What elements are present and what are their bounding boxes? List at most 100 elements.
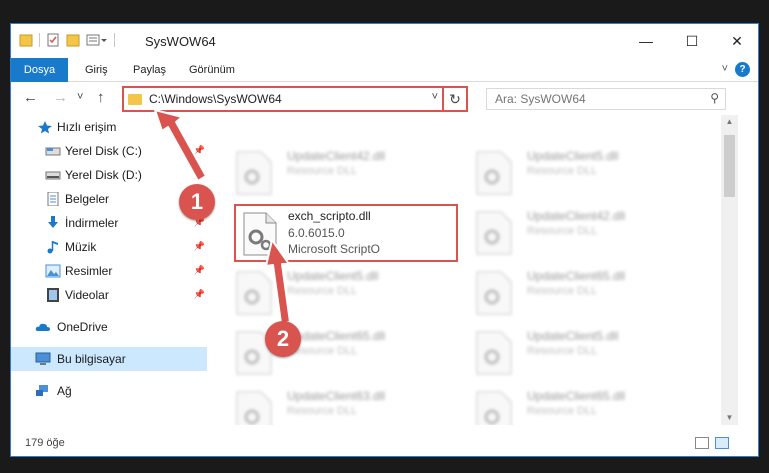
file-type: Resource DLL xyxy=(527,225,598,237)
folder-icon[interactable] xyxy=(19,33,33,47)
forward-button[interactable]: → xyxy=(53,89,68,106)
back-button[interactable]: ← xyxy=(23,89,38,106)
up-button[interactable]: ↑ xyxy=(97,89,105,106)
file-name: UpdateClient65.dll xyxy=(287,329,386,343)
sidebar-item-music[interactable]: Müzik 📌 xyxy=(11,235,207,259)
dll-file-icon xyxy=(476,331,512,375)
large-icons-view-icon[interactable] xyxy=(715,437,729,449)
music-icon xyxy=(47,241,58,254)
downloads-icon xyxy=(48,216,58,228)
file-type: Resource DLL xyxy=(527,405,598,417)
help-icon[interactable]: ? xyxy=(735,62,750,77)
sidebar-item-pictures[interactable]: Resimler 📌 xyxy=(11,259,207,283)
scroll-up-icon[interactable]: ▲ xyxy=(721,115,738,129)
vertical-scrollbar[interactable]: ▲ ▼ xyxy=(721,115,738,425)
pin-icon[interactable]: 📌 xyxy=(194,265,205,276)
sidebar-item-videos[interactable]: Videolar 📌 xyxy=(11,283,207,307)
computer-icon xyxy=(35,352,51,365)
pin-icon[interactable]: 📌 xyxy=(194,169,205,180)
step-2-badge: 2 xyxy=(265,321,301,357)
toolbar-separator xyxy=(39,33,40,47)
file-type: Resource DLL xyxy=(287,165,358,177)
sidebar-item-local-disk-d[interactable]: Yerel Disk (D:) 📌 xyxy=(11,163,207,187)
sidebar-item-label: OneDrive xyxy=(57,320,108,334)
details-view-icon[interactable] xyxy=(695,437,709,449)
drive-icon xyxy=(45,147,61,156)
sidebar-item-this-pc[interactable]: Bu bilgisayar xyxy=(11,347,207,371)
search-input[interactable] xyxy=(487,89,687,109)
address-dropdown-icon[interactable]: ˅ xyxy=(432,91,438,103)
sidebar-item-label: Yerel Disk (C:) xyxy=(65,144,142,158)
ribbon-tabs: Dosya Giriş Paylaş Görünüm ˅ ? xyxy=(11,58,758,82)
customize-toolbar-icon[interactable] xyxy=(86,33,108,47)
file-type: Resource DLL xyxy=(527,285,598,297)
pictures-icon xyxy=(45,264,61,278)
minimize-button[interactable]: — xyxy=(623,24,669,58)
sidebar-item-label: Müzik xyxy=(65,240,97,254)
drive-icon xyxy=(45,171,61,180)
expand-ribbon-icon[interactable]: ˅ xyxy=(722,63,728,75)
sidebar-item-network[interactable]: Ağ xyxy=(11,379,207,403)
file-name: UpdateClient63.dll xyxy=(287,389,386,403)
file-tile[interactable]: UpdateClient5.dll Resource DLL xyxy=(455,325,685,383)
item-count: 179 öğe xyxy=(25,437,65,449)
step-1-badge: 1 xyxy=(179,184,215,220)
file-tile[interactable]: UpdateClient63.dll Resource DLL xyxy=(215,385,445,425)
tab-file[interactable]: Dosya xyxy=(11,58,68,82)
sidebar-item-label: Bu bilgisayar xyxy=(57,352,126,366)
search-icon[interactable]: ⚲ xyxy=(710,91,719,105)
properties-icon[interactable] xyxy=(46,33,60,47)
sidebar-item-documents[interactable]: Belgeler 📌 xyxy=(11,187,207,211)
recent-locations-button[interactable]: ˅ xyxy=(77,91,83,103)
close-button[interactable]: ✕ xyxy=(714,24,758,58)
dll-file-icon xyxy=(236,391,272,425)
file-tile[interactable]: UpdateClient42.dll Resource DLL xyxy=(455,205,685,263)
sidebar-item-label: Ağ xyxy=(57,384,72,398)
file-tile[interactable]: UpdateClient65.dll Resource DLL xyxy=(215,325,445,383)
sidebar-item-label: Belgeler xyxy=(65,192,110,206)
tab-view[interactable]: Görünüm xyxy=(177,58,247,82)
pin-icon[interactable]: 📌 xyxy=(194,241,205,252)
address-path[interactable]: C:\Windows\SysWOW64 xyxy=(149,92,282,106)
highlighted-file-tile[interactable]: exch_scripto.dll 6.0.6015.0 Microsoft Sc… xyxy=(234,204,458,262)
sidebar-item-quick-access[interactable]: Hızlı erişim xyxy=(11,115,207,139)
pin-icon[interactable]: 📌 xyxy=(194,289,205,300)
quick-access-toolbar xyxy=(19,33,115,47)
maximize-button[interactable]: ☐ xyxy=(669,24,715,58)
sidebar-item-label: Resimler xyxy=(65,264,113,278)
sidebar-item-label: Videolar xyxy=(65,288,109,302)
file-name: UpdateClient42.dll xyxy=(527,209,626,223)
search-box[interactable]: ⚲ xyxy=(486,88,726,110)
file-name: UpdateClient5.dll xyxy=(527,329,619,343)
window-title: SysWOW64 xyxy=(145,34,216,49)
file-tile[interactable]: UpdateClient5.dll Resource DLL xyxy=(215,265,445,323)
sidebar-item-downloads[interactable]: İndirmeler 📌 xyxy=(11,211,207,235)
sidebar-item-onedrive[interactable]: OneDrive xyxy=(11,315,207,339)
file-name: UpdateClient42.dll xyxy=(287,149,386,163)
tab-home[interactable]: Giriş xyxy=(73,58,120,82)
tab-share[interactable]: Paylaş xyxy=(121,58,178,82)
file-tile[interactable]: UpdateClient42.dll Resource DLL xyxy=(215,145,445,203)
file-type: Resource DLL xyxy=(527,165,598,177)
address-bar[interactable]: C:\Windows\SysWOW64 ˅ ↻ xyxy=(122,86,468,112)
file-tile[interactable]: UpdateClient5.dll Resource DLL xyxy=(455,145,685,203)
refresh-button[interactable]: ↻ xyxy=(442,86,466,112)
title-bar: SysWOW64 — ☐ ✕ xyxy=(11,24,758,58)
scrollbar-thumb[interactable] xyxy=(724,135,735,197)
file-type: Resource DLL xyxy=(287,405,358,417)
explorer-window: SysWOW64 — ☐ ✕ Dosya Giriş Paylaş Görünü… xyxy=(10,23,759,457)
file-tile[interactable]: UpdateClient65.dll Resource DLL xyxy=(455,385,685,425)
file-type: Resource DLL xyxy=(287,285,358,297)
network-icon xyxy=(36,385,48,396)
dll-file-icon xyxy=(236,271,272,315)
status-bar: 179 öğe xyxy=(11,431,758,456)
pin-icon[interactable]: 📌 xyxy=(194,145,205,156)
documents-icon xyxy=(47,192,59,206)
sidebar-item-local-disk-c[interactable]: Yerel Disk (C:) 📌 xyxy=(11,139,207,163)
new-folder-icon[interactable] xyxy=(66,33,80,47)
sidebar-item-label: Yerel Disk (D:) xyxy=(65,168,142,182)
dll-file-icon xyxy=(476,151,512,195)
scroll-down-icon[interactable]: ▼ xyxy=(721,411,738,425)
file-name: UpdateClient65.dll xyxy=(527,269,626,283)
file-tile[interactable]: UpdateClient65.dll Resource DLL xyxy=(455,265,685,323)
